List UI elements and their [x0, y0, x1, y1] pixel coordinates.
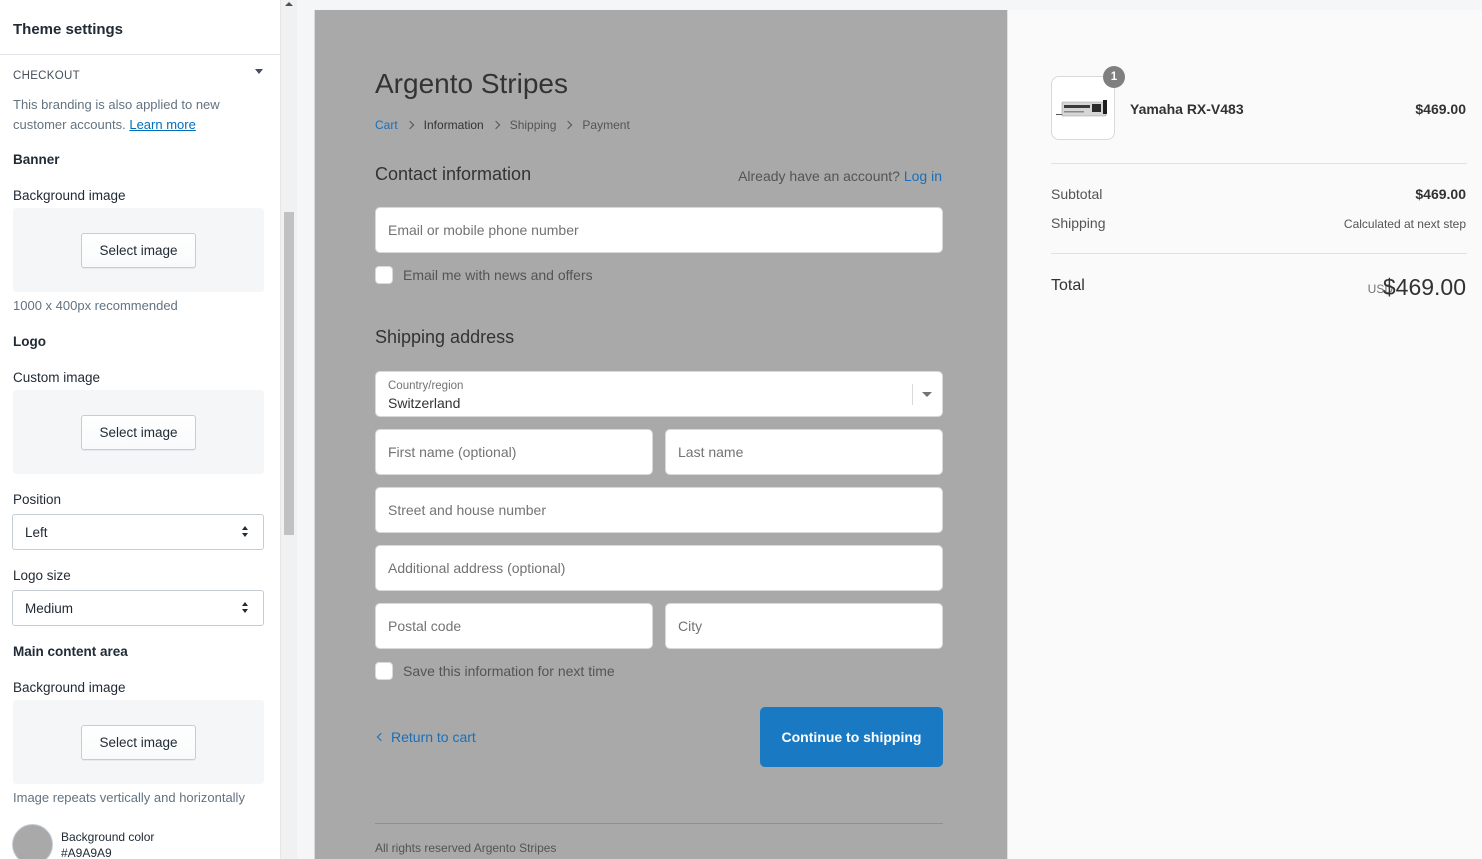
background-color-value: #A9A9A9 [61, 846, 112, 859]
country-select[interactable]: Country/region Switzerland [375, 371, 943, 417]
main-select-image-button[interactable]: Select image [81, 725, 196, 760]
background-color-swatch[interactable] [12, 824, 53, 859]
subtotal-label: Subtotal [1051, 186, 1103, 202]
receiver-product-image [1056, 100, 1107, 117]
product-thumbnail: 1 [1051, 66, 1125, 140]
return-to-cart-link[interactable]: Return to cart [375, 729, 476, 745]
continue-to-shipping-button[interactable]: Continue to shipping [760, 707, 943, 767]
preview-gutter [297, 0, 314, 859]
save-info-checkbox[interactable] [375, 662, 393, 680]
additional-address-field[interactable]: Additional address (optional) [375, 545, 943, 591]
main-content-heading: Main content area [13, 644, 128, 659]
footer-divider [375, 823, 943, 824]
total-label: Total [1051, 277, 1085, 294]
learn-more-link[interactable]: Learn more [129, 117, 195, 132]
login-link[interactable]: Log in [904, 168, 942, 184]
quantity-badge: 1 [1103, 66, 1125, 88]
logo-select-image-button[interactable]: Select image [81, 415, 196, 450]
city-field[interactable]: City [665, 603, 943, 649]
order-summary: 1 Yamaha RX-V483 $469.00 Subtotal $469.0… [1007, 10, 1482, 859]
section-label: CHECKOUT [13, 70, 80, 82]
newsletter-label: Email me with news and offers [403, 267, 593, 283]
street-field[interactable]: Street and house number [375, 487, 943, 533]
first-name-field[interactable]: First name (optional) [375, 429, 653, 475]
summary-divider [1051, 253, 1467, 254]
total-amount: $469.00 [1382, 274, 1466, 300]
chevron-left-icon [376, 732, 386, 742]
shop-name: Argento Stripes [375, 68, 568, 99]
banner-help-text: 1000 x 400px recommended [13, 298, 178, 313]
chevron-right-icon [405, 120, 414, 130]
chevron-down-icon [922, 392, 932, 397]
newsletter-checkbox[interactable] [375, 266, 393, 284]
last-name-field[interactable]: Last name [665, 429, 943, 475]
subtotal-value: $469.00 [1415, 186, 1466, 202]
breadcrumb-shipping: Shipping [509, 118, 557, 132]
save-info-label: Save this information for next time [403, 663, 615, 679]
account-prompt-text: Already have an account? [738, 168, 900, 184]
scrollbar-thumb[interactable] [284, 212, 294, 535]
return-to-cart-label: Return to cart [391, 729, 476, 745]
logo-image-picker: Select image [13, 390, 264, 474]
shipping-title: Shipping address [375, 327, 515, 347]
main-image-picker: Select image [13, 700, 264, 784]
postal-code-field[interactable]: Postal code [375, 603, 653, 649]
main-bg-help-text: Image repeats vertically and horizontall… [13, 790, 245, 805]
background-color-label: Background color [61, 830, 155, 844]
banner-bg-label: Background image [13, 188, 126, 203]
banner-heading: Banner [13, 152, 60, 167]
select-arrows-icon [242, 602, 250, 614]
banner-select-image-button[interactable]: Select image [81, 233, 196, 268]
scroll-up-arrow-icon[interactable] [285, 2, 293, 6]
save-info-row: Save this information for next time [375, 662, 615, 680]
settings-scrollbar[interactable] [280, 0, 297, 859]
checkout-main: Argento Stripes Cart Information Shippin… [314, 10, 1007, 859]
shipping-label: Shipping [1051, 215, 1106, 231]
settings-divider [0, 54, 280, 55]
product-price: $469.00 [1415, 101, 1466, 117]
caret-down-icon [255, 69, 263, 74]
checkout-section-toggle[interactable]: CHECKOUT [13, 66, 265, 82]
breadcrumb-cart[interactable]: Cart [375, 118, 398, 132]
settings-title: Theme settings [13, 21, 124, 38]
logo-heading: Logo [13, 334, 46, 349]
select-arrows-icon [242, 526, 250, 538]
chevron-right-icon [564, 120, 573, 130]
summary-divider [1051, 163, 1467, 164]
footer-copyright: All rights reserved Argento Stripes [375, 841, 557, 855]
breadcrumb-payment: Payment [582, 118, 630, 132]
logo-size-select[interactable]: Medium [12, 590, 264, 626]
product-name: Yamaha RX-V483 [1130, 101, 1244, 117]
position-select[interactable]: Left [12, 514, 264, 550]
position-label: Position [13, 492, 62, 507]
chevron-right-icon [491, 120, 500, 130]
main-bg-label: Background image [13, 680, 126, 695]
email-field[interactable]: Email or mobile phone number [375, 207, 943, 253]
newsletter-row: Email me with news and offers [375, 266, 593, 284]
position-value: Left [25, 524, 48, 540]
account-prompt: Already have an account? Log in [738, 168, 942, 184]
select-divider [912, 384, 913, 405]
logo-size-value: Medium [25, 600, 74, 616]
shipping-value: Calculated at next step [1343, 217, 1466, 231]
country-value: Switzerland [388, 395, 461, 411]
contact-title: Contact information [375, 164, 532, 184]
branding-note: This branding is also applied to new cus… [13, 95, 268, 135]
breadcrumb: Cart Information Shipping Payment [375, 118, 630, 132]
breadcrumb-information: Information [423, 118, 484, 132]
banner-image-picker: Select image [13, 208, 264, 292]
theme-settings-panel: Theme settings CHECKOUT This branding is… [0, 0, 280, 859]
logo-custom-label: Custom image [13, 370, 101, 385]
logo-size-label: Logo size [13, 568, 71, 583]
country-label: Country/region [388, 380, 464, 392]
preview-top-gutter [313, 0, 1482, 10]
